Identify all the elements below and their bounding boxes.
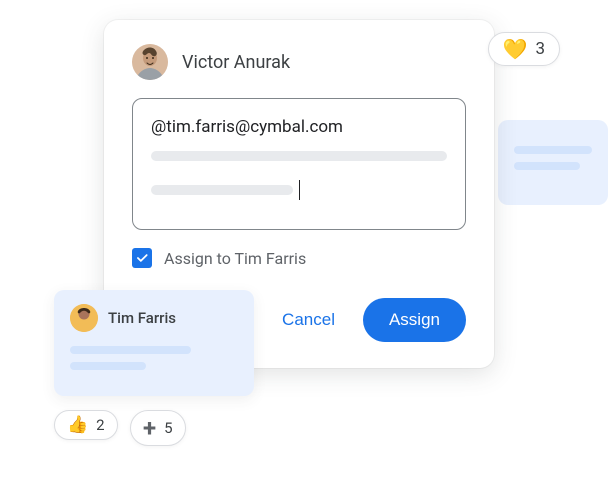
reaction-heart[interactable]: 💛 3 — [488, 32, 560, 66]
thumbs-up-icon: 👍 — [67, 417, 88, 434]
placeholder-line — [151, 151, 447, 161]
comment-textarea[interactable]: @tim.farris@cymbal.com — [132, 98, 466, 230]
placeholder-line — [514, 162, 580, 170]
tim-avatar — [70, 304, 98, 332]
comment-header: Victor Anurak — [132, 44, 466, 80]
cancel-button[interactable]: Cancel — [276, 309, 341, 331]
background-card-right — [498, 120, 608, 205]
reaction-count: 5 — [164, 419, 172, 437]
assign-button[interactable]: Assign — [363, 298, 466, 342]
heart-icon: 💛 — [503, 39, 528, 59]
reaction-count: 2 — [96, 416, 104, 434]
reaction-count: 3 — [535, 39, 545, 59]
placeholder-line — [514, 146, 592, 154]
placeholder-line — [151, 185, 293, 195]
assign-checkbox[interactable] — [132, 248, 152, 268]
assign-row: Assign to Tim Farris — [132, 248, 466, 268]
check-icon — [135, 251, 149, 265]
placeholder-line — [70, 362, 146, 370]
reaction-thumb[interactable]: 👍 2 — [54, 410, 118, 440]
text-caret — [299, 180, 300, 200]
author-name: Victor Anurak — [182, 52, 290, 73]
plus-icon: + — [143, 416, 156, 440]
profile-card-tim[interactable]: Tim Farris — [54, 290, 254, 396]
placeholder-line — [70, 346, 191, 354]
assign-label: Assign to Tim Farris — [164, 249, 306, 268]
reaction-plus[interactable]: + 5 — [130, 410, 186, 446]
author-avatar — [132, 44, 168, 80]
profile-card-header: Tim Farris — [70, 304, 238, 332]
profile-card-name: Tim Farris — [108, 309, 176, 327]
mention-text: @tim.farris@cymbal.com — [151, 117, 447, 137]
